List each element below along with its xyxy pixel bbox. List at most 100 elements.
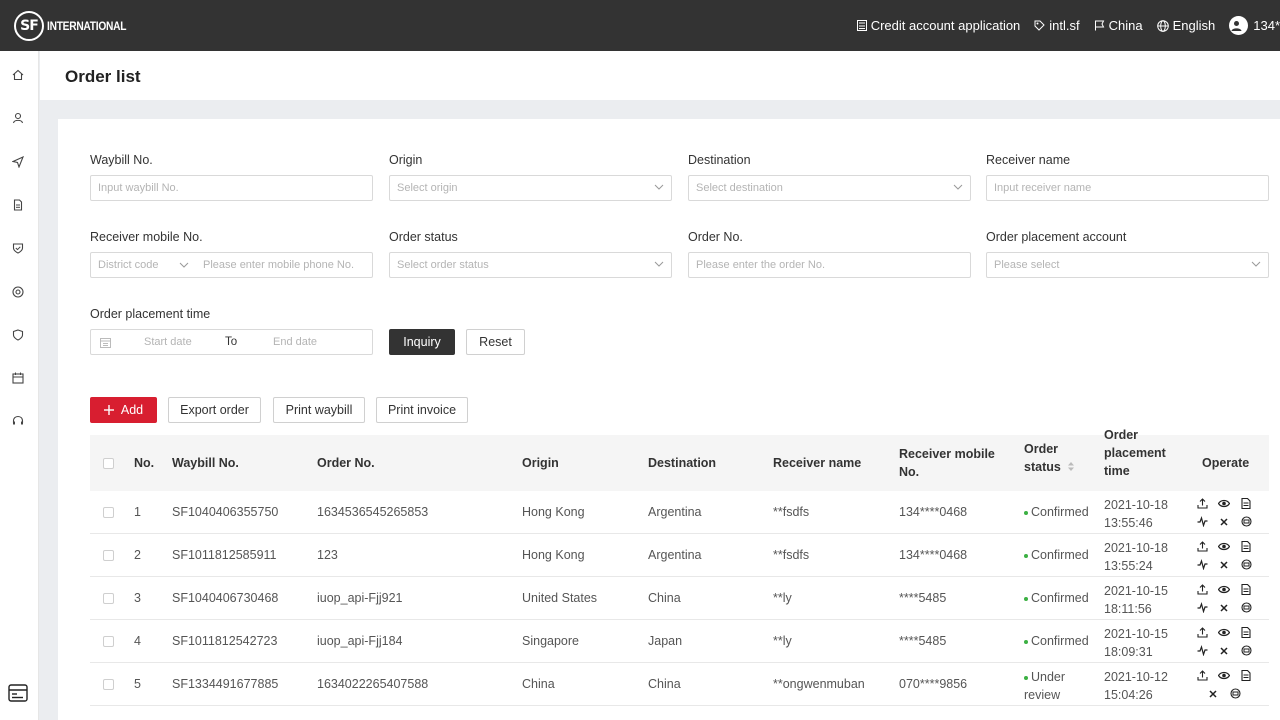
table-row: 4 SF1011812542723 iuop_api-Fjj184 Singap… xyxy=(90,620,1269,663)
sort-icon[interactable] xyxy=(1067,461,1075,472)
track-icon[interactable] xyxy=(1197,644,1208,657)
cancel-icon[interactable] xyxy=(1219,558,1230,569)
select-all-checkbox[interactable] xyxy=(103,458,114,469)
upload-icon[interactable] xyxy=(1197,497,1208,509)
row-checkbox[interactable] xyxy=(103,679,114,690)
row-checkbox[interactable] xyxy=(103,593,114,604)
print-icon[interactable] xyxy=(1241,644,1252,656)
row-no: 4 xyxy=(134,634,141,648)
user-label: 134* xyxy=(1253,18,1280,33)
headset-icon[interactable] xyxy=(11,414,25,428)
sf-logo-mark: SF xyxy=(14,10,44,41)
row-checkbox[interactable] xyxy=(103,550,114,561)
shield-check-icon[interactable] xyxy=(11,241,25,255)
row-order: 1634536545265853 xyxy=(317,505,429,519)
document-icon[interactable] xyxy=(11,198,25,212)
sf-logo[interactable]: SF INTERNATIONAL xyxy=(14,10,140,41)
receiver-input[interactable]: Input receiver name xyxy=(986,175,1269,201)
print-icon[interactable] xyxy=(1241,515,1252,527)
user-menu[interactable]: 134* xyxy=(1229,16,1280,35)
credit-account-link[interactable]: Credit account application xyxy=(856,18,1020,33)
table-row: 5 SF1334491677885 1634022265407588 China… xyxy=(90,663,1269,706)
print-icon[interactable] xyxy=(1230,687,1241,699)
view-icon[interactable] xyxy=(1217,540,1231,551)
track-icon[interactable] xyxy=(1197,558,1208,571)
status-dot xyxy=(1024,675,1028,680)
country-selector[interactable]: China xyxy=(1094,18,1143,33)
language-selector[interactable]: English xyxy=(1156,18,1215,33)
row-receiver: **fsdfs xyxy=(773,548,810,562)
avatar xyxy=(1229,16,1249,35)
collapse-menu-icon[interactable] xyxy=(8,684,28,702)
account-placeholder: Please select xyxy=(994,259,1060,271)
account-label: Order placement account xyxy=(986,230,1127,244)
header-status[interactable]: Order status xyxy=(1024,440,1075,476)
document-icon[interactable] xyxy=(1241,669,1252,682)
view-icon[interactable] xyxy=(1217,583,1231,594)
print-icon[interactable] xyxy=(1241,558,1252,570)
upload-icon[interactable] xyxy=(1197,626,1208,638)
view-icon[interactable] xyxy=(1217,497,1231,508)
reset-button[interactable]: Reset xyxy=(466,329,525,355)
row-destination: Argentina xyxy=(648,548,702,562)
upload-icon[interactable] xyxy=(1197,540,1208,552)
row-checkbox[interactable] xyxy=(103,636,114,647)
row-waybill: SF1011812585911 xyxy=(172,548,277,562)
cancel-icon[interactable] xyxy=(1219,515,1230,526)
mobile-input[interactable]: Please enter mobile phone No. xyxy=(203,259,354,271)
chevron-down-icon xyxy=(953,184,963,190)
intl-sf-link[interactable]: intl.sf xyxy=(1034,18,1080,33)
calendar-icon[interactable] xyxy=(11,371,25,385)
track-icon[interactable] xyxy=(1197,601,1208,614)
cancel-icon[interactable] xyxy=(1219,644,1230,655)
inquiry-button[interactable]: Inquiry xyxy=(389,329,455,355)
status-label: Order status xyxy=(389,230,458,244)
end-date-input[interactable]: End date xyxy=(273,336,317,348)
header-origin: Origin xyxy=(522,456,559,470)
origin-select[interactable]: Select origin xyxy=(389,175,672,201)
document-icon[interactable] xyxy=(1241,583,1252,596)
origin-placeholder: Select origin xyxy=(397,182,458,194)
order-list-card: Waybill No. Input waybill No. Origin Sel… xyxy=(58,119,1280,720)
waybill-input[interactable]: Input waybill No. xyxy=(90,175,373,201)
start-date-input[interactable]: Start date xyxy=(144,336,192,348)
cancel-icon[interactable] xyxy=(1208,687,1219,698)
home-icon[interactable] xyxy=(11,68,25,82)
upload-icon[interactable] xyxy=(1197,583,1208,595)
document-icon[interactable] xyxy=(1241,497,1252,510)
target-icon[interactable] xyxy=(11,285,25,299)
row-time: 2021-10-18 13:55:46 xyxy=(1104,498,1168,530)
view-icon[interactable] xyxy=(1217,626,1231,637)
track-icon[interactable] xyxy=(1197,515,1208,528)
date-range-picker[interactable]: Start date To End date xyxy=(90,329,373,355)
row-no: 5 xyxy=(134,677,141,691)
table-header: No. Waybill No. Order No. Origin Destina… xyxy=(90,428,1269,491)
tag-icon xyxy=(1034,20,1046,31)
add-button[interactable]: Add xyxy=(90,397,157,423)
destination-select[interactable]: Select destination xyxy=(688,175,971,201)
chevron-down-icon xyxy=(179,262,189,268)
user-icon[interactable] xyxy=(11,111,25,125)
row-origin: China xyxy=(522,677,555,691)
row-checkbox[interactable] xyxy=(103,507,114,518)
send-icon[interactable] xyxy=(11,155,25,169)
shield-icon[interactable] xyxy=(11,328,25,342)
orderno-input[interactable]: Please enter the order No. xyxy=(688,252,971,278)
row-origin: Hong Kong xyxy=(522,548,585,562)
view-icon[interactable] xyxy=(1217,669,1231,680)
cancel-icon[interactable] xyxy=(1219,601,1230,612)
export-order-button[interactable]: Export order xyxy=(168,397,261,423)
print-invoice-button[interactable]: Print invoice xyxy=(376,397,468,423)
status-select[interactable]: Select order status xyxy=(389,252,672,278)
document-icon[interactable] xyxy=(1241,540,1252,553)
upload-icon[interactable] xyxy=(1197,669,1208,681)
document-icon[interactable] xyxy=(1241,626,1252,639)
chevron-down-icon xyxy=(654,184,664,190)
page-header: Order list xyxy=(40,51,1280,100)
account-select[interactable]: Please select xyxy=(986,252,1269,278)
row-mobile: 134****0468 xyxy=(899,505,968,519)
status-dot xyxy=(1024,596,1028,601)
print-icon[interactable] xyxy=(1241,601,1252,613)
district-code-select[interactable]: District code xyxy=(98,259,159,271)
print-waybill-button[interactable]: Print waybill xyxy=(273,397,365,423)
